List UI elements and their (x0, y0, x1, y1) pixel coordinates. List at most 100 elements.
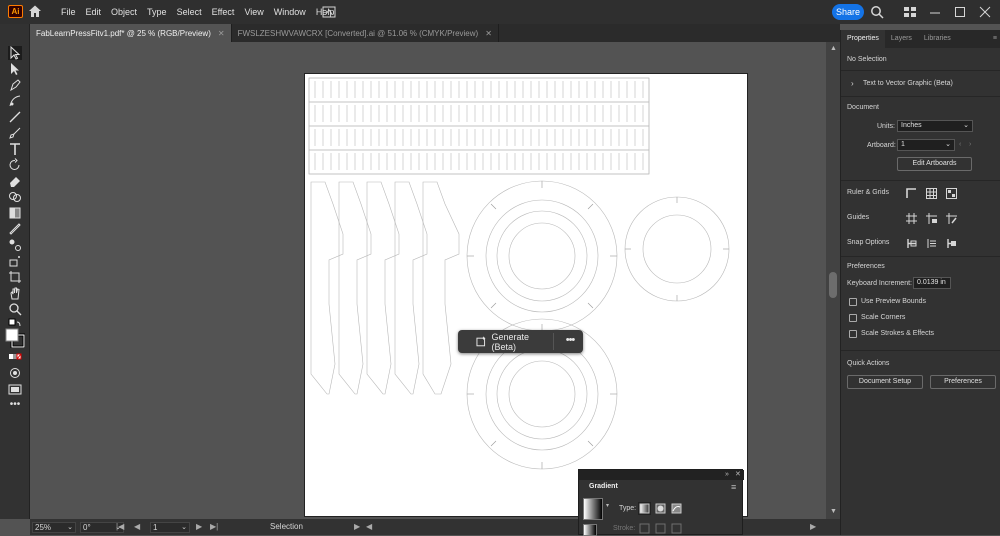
screen-mode-icon[interactable] (8, 382, 22, 396)
edit-toolbar-icon[interactable]: ••• (8, 399, 22, 410)
gradient-tab[interactable]: Gradient (583, 480, 623, 494)
artboard-navigator[interactable]: 1 ⌄ (150, 522, 190, 533)
zoom-select[interactable]: 25% ⌄ (32, 522, 76, 533)
home-icon[interactable] (28, 4, 42, 18)
scroll-up-icon[interactable]: ▲ (830, 45, 837, 52)
prev-artboard-icon[interactable]: ‹ (959, 141, 961, 148)
type-tool-icon[interactable] (8, 142, 22, 156)
radial-gradient-icon[interactable] (654, 502, 667, 515)
menu-file[interactable]: File (56, 7, 81, 17)
smart-guides-icon[interactable] (945, 212, 958, 225)
units-select[interactable]: Inches ⌄ (897, 120, 973, 132)
snap-to-glyph-icon[interactable] (945, 237, 958, 250)
grid-icon[interactable] (925, 187, 938, 200)
arrange-documents-icon[interactable] (322, 5, 336, 19)
status-menu-icon[interactable]: ▶ (354, 522, 360, 531)
scale-strokes-checkbox[interactable] (849, 330, 857, 338)
scroll-right-icon[interactable]: ▶ (810, 522, 816, 531)
vertical-scrollbar[interactable]: ▲ ▼ (826, 42, 840, 519)
more-options-button[interactable]: ••• (562, 332, 578, 350)
gradient-fill-swatch[interactable] (583, 498, 603, 520)
scale-corners-checkbox[interactable] (849, 314, 857, 322)
gradient-tool-icon[interactable] (8, 206, 22, 220)
artboard-select[interactable]: 1 ⌄ (897, 139, 955, 151)
document-setup-button[interactable]: Document Setup (847, 375, 923, 389)
menu-type[interactable]: Type (142, 7, 172, 17)
panel-menu-icon[interactable]: ≡ (989, 30, 1000, 48)
artwork-press-fit-parts[interactable] (305, 74, 749, 518)
next-artboard-icon[interactable]: ▶ (196, 522, 202, 531)
menu-view[interactable]: View (239, 7, 268, 17)
keyboard-increment-input[interactable]: 0.0139 in (913, 277, 951, 289)
linear-gradient-icon[interactable] (638, 502, 651, 515)
freeform-gradient-icon[interactable] (670, 502, 683, 515)
rotate-tool-icon[interactable] (8, 158, 22, 172)
stroke-along-icon[interactable] (654, 522, 667, 535)
eyedropper-tool-icon[interactable] (8, 222, 22, 236)
blend-tool-icon[interactable] (8, 238, 22, 252)
tab-converted-doc[interactable]: FWSLZESHWVAWCRX [Converted].ai @ 51.06 %… (232, 24, 499, 42)
eraser-tool-icon[interactable] (8, 174, 22, 188)
transparency-grid-icon[interactable] (945, 187, 958, 200)
line-tool-icon[interactable] (8, 110, 22, 124)
rulers-icon[interactable] (905, 187, 918, 200)
gradient-panel-titlebar[interactable]: » ✕ (579, 470, 744, 480)
minimize-icon[interactable] (928, 5, 942, 19)
prev-artboard-icon[interactable]: ◀ (134, 522, 140, 531)
menu-edit[interactable]: Edit (81, 7, 107, 17)
last-artboard-icon[interactable]: ▶| (210, 522, 218, 531)
paintbrush-tool-icon[interactable] (8, 126, 22, 140)
text-to-vector-section[interactable]: Text to Vector Graphic (Beta) (863, 80, 953, 87)
gradient-stroke-swatch[interactable] (583, 524, 597, 536)
artboard[interactable] (304, 73, 748, 517)
draw-mode-icon[interactable] (8, 366, 22, 380)
pen-tool-icon[interactable] (8, 78, 22, 92)
selection-tool-icon[interactable] (8, 46, 22, 60)
tab-close-icon[interactable]: ✕ (485, 29, 492, 38)
scroll-left-icon[interactable]: ◀ (366, 522, 372, 531)
close-icon[interactable] (978, 5, 992, 19)
symbol-sprayer-tool-icon[interactable] (8, 254, 22, 268)
snap-to-point-icon[interactable] (905, 237, 918, 250)
collapse-icon[interactable]: » (725, 470, 729, 479)
panel-menu-icon[interactable]: ≡ (731, 482, 736, 492)
chevron-down-icon[interactable]: ▾ (606, 502, 609, 509)
menu-effect[interactable]: Effect (207, 7, 240, 17)
menu-select[interactable]: Select (172, 7, 207, 17)
shape-builder-tool-icon[interactable] (8, 190, 22, 204)
curvature-tool-icon[interactable] (8, 94, 22, 108)
maximize-icon[interactable] (953, 5, 967, 19)
fill-stroke-swatch-icon[interactable] (5, 328, 25, 348)
scroll-down-icon[interactable]: ▼ (830, 508, 837, 515)
direct-selection-tool-icon[interactable] (8, 62, 22, 76)
workspace-icon[interactable] (903, 5, 917, 19)
menu-window[interactable]: Window (269, 7, 311, 17)
edit-artboards-button[interactable]: Edit Artboards (897, 157, 972, 171)
stroke-across-icon[interactable] (670, 522, 683, 535)
lock-guides-icon[interactable] (925, 212, 938, 225)
canvas[interactable] (30, 42, 826, 519)
tab-properties[interactable]: Properties (841, 30, 885, 48)
preferences-button[interactable]: Preferences (930, 375, 996, 389)
next-artboard-icon[interactable]: › (969, 141, 971, 148)
chevron-right-icon[interactable]: › (851, 79, 854, 88)
menu-object[interactable]: Object (106, 7, 142, 17)
artboard-tool-icon[interactable] (8, 270, 22, 284)
tab-fablearn-doc[interactable]: FabLearnPressFitv1.pdf* @ 25 % (RGB/Prev… (30, 24, 232, 42)
tab-layers[interactable]: Layers (885, 30, 918, 48)
hand-tool-icon[interactable] (8, 286, 22, 300)
first-artboard-icon[interactable]: |◀ (116, 522, 124, 531)
snap-to-pixel-icon[interactable] (925, 237, 938, 250)
color-mode-icon[interactable] (8, 350, 22, 364)
show-guides-icon[interactable] (905, 212, 918, 225)
share-button[interactable]: Share (832, 4, 864, 20)
scroll-thumb[interactable] (829, 272, 837, 298)
zoom-tool-icon[interactable] (8, 302, 22, 316)
generate-button[interactable]: Generate (Beta) (470, 332, 554, 352)
use-preview-bounds-checkbox[interactable] (849, 298, 857, 306)
tab-libraries[interactable]: Libraries (918, 30, 957, 48)
tab-close-icon[interactable]: ✕ (218, 29, 225, 38)
stroke-within-icon[interactable] (638, 522, 651, 535)
search-icon[interactable] (870, 5, 884, 19)
close-icon[interactable]: ✕ (735, 470, 741, 479)
